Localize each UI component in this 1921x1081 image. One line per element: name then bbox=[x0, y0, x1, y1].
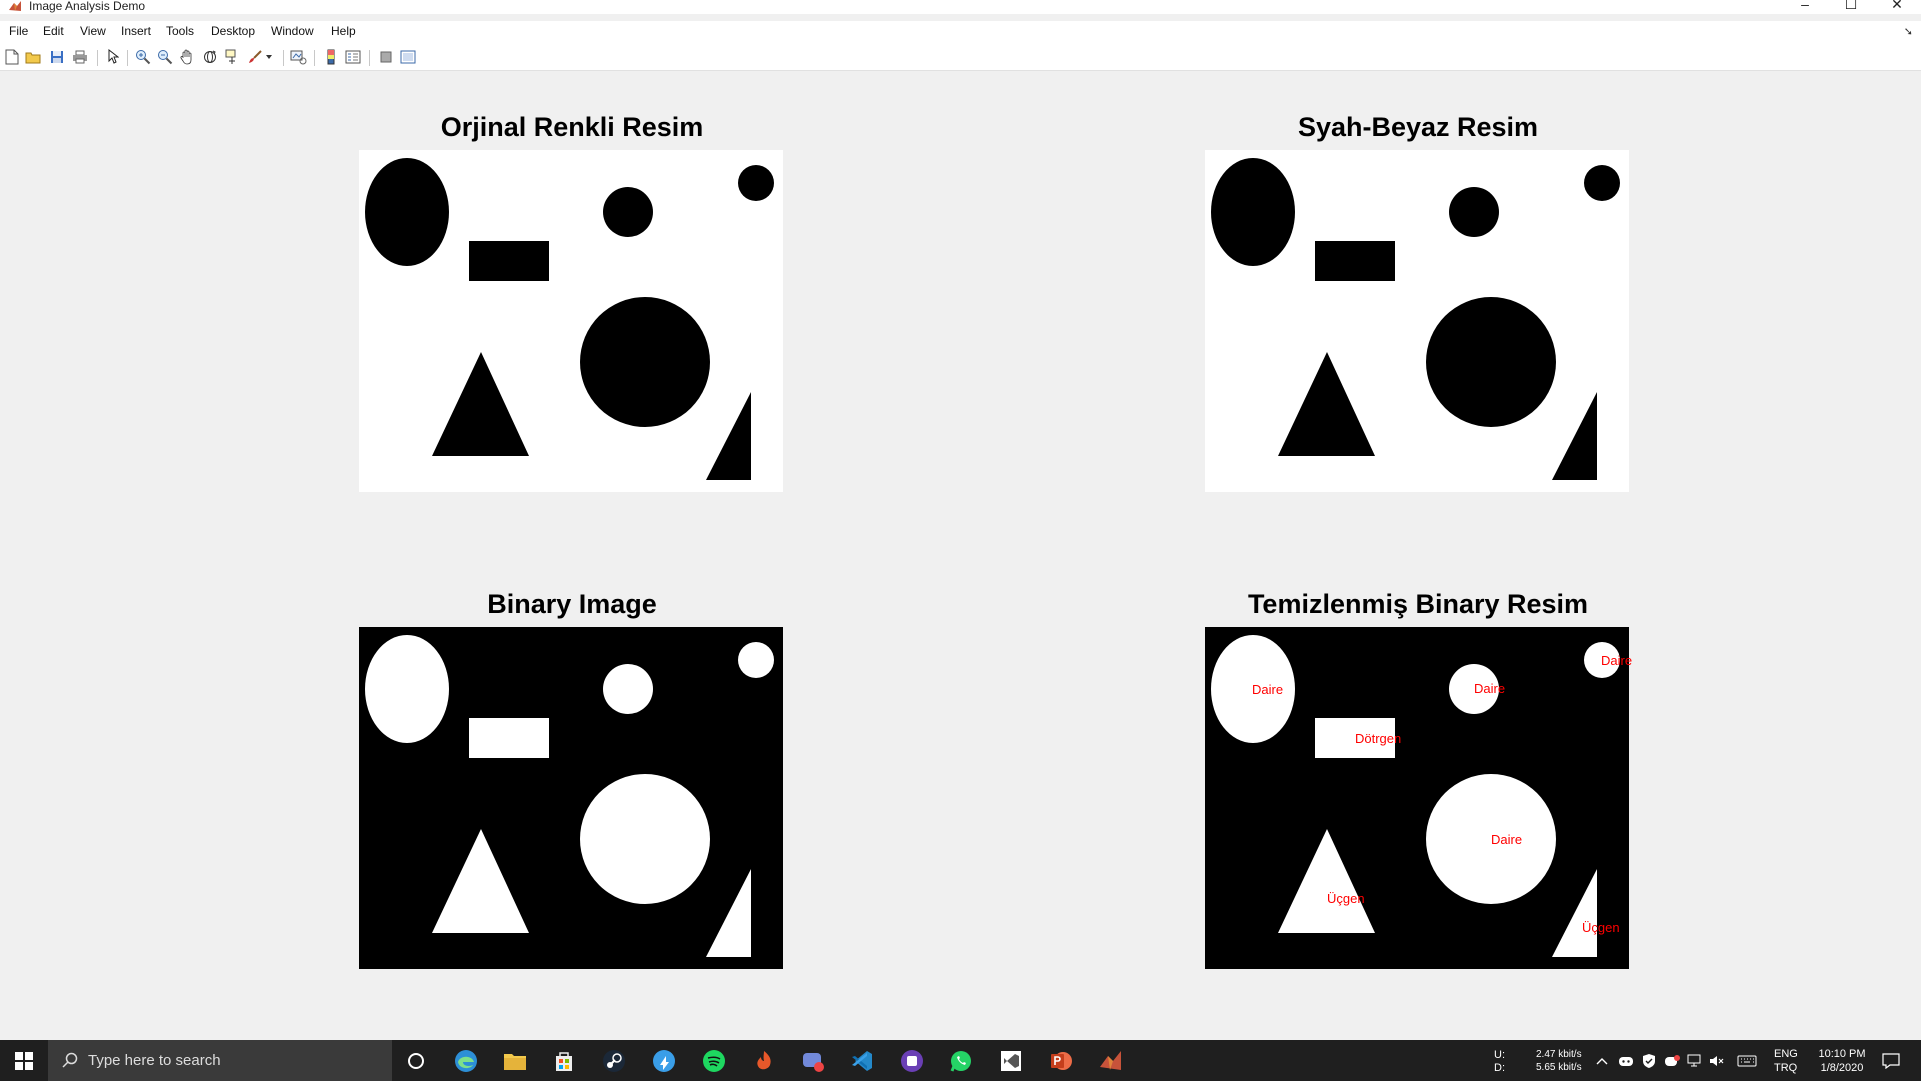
app-icon-orange[interactable] bbox=[750, 1047, 778, 1075]
menu-desktop[interactable]: Desktop bbox=[211, 24, 255, 38]
maximize-button[interactable]: ☐ bbox=[1828, 0, 1874, 13]
show-hidden-icons-chevron-icon[interactable] bbox=[1593, 1047, 1611, 1075]
spotify-icon[interactable] bbox=[700, 1047, 728, 1075]
brush-icon[interactable] bbox=[246, 48, 263, 65]
menu-insert[interactable]: Insert bbox=[121, 24, 151, 38]
update-tray-icon[interactable] bbox=[1662, 1047, 1682, 1075]
axes-cleaned-binary-image[interactable]: Daire Daire Daire Dötrgen Daire Üçgen Üç… bbox=[1205, 627, 1633, 969]
pan-icon[interactable] bbox=[178, 48, 195, 65]
show-plot-tools-icon[interactable] bbox=[399, 48, 416, 65]
print-icon[interactable] bbox=[71, 48, 88, 65]
toolbar-separator bbox=[127, 50, 128, 66]
keyboard-icon[interactable] bbox=[1735, 1047, 1759, 1075]
windows-taskbar: Type here to search U: D: 2.47 kbit/s 5.… bbox=[0, 1040, 1921, 1081]
powerpoint-icon[interactable] bbox=[1047, 1047, 1075, 1075]
menu-view[interactable]: View bbox=[80, 24, 106, 38]
shapes-image-grayscale bbox=[1205, 150, 1629, 492]
input-language[interactable]: ENG bbox=[1774, 1047, 1798, 1061]
shapes-image-cleaned bbox=[1205, 627, 1629, 969]
taskbar-search-box[interactable]: Type here to search bbox=[48, 1040, 392, 1081]
axes-grayscale-image[interactable] bbox=[1205, 150, 1629, 492]
net-down-label: D: bbox=[1494, 1062, 1505, 1074]
microsoft-store-icon[interactable] bbox=[550, 1047, 578, 1075]
minimize-button[interactable]: – bbox=[1782, 0, 1828, 13]
chat-app-icon[interactable] bbox=[799, 1047, 827, 1075]
open-file-icon[interactable] bbox=[24, 48, 41, 65]
menu-edit[interactable]: Edit bbox=[43, 24, 64, 38]
visual-studio-icon[interactable] bbox=[997, 1047, 1025, 1075]
file-explorer-icon[interactable] bbox=[501, 1047, 529, 1075]
input-locale[interactable]: TRQ bbox=[1774, 1061, 1797, 1075]
data-cursor-icon[interactable] bbox=[224, 48, 241, 65]
discord-tray-icon[interactable] bbox=[1616, 1047, 1636, 1075]
shape-label: Daire bbox=[1252, 682, 1284, 697]
toolbar-separator bbox=[283, 50, 284, 66]
windows-logo-icon bbox=[15, 1051, 33, 1070]
steam-icon[interactable] bbox=[600, 1047, 628, 1075]
axes-binary-image[interactable] bbox=[359, 627, 783, 969]
close-button[interactable]: ✕ bbox=[1874, 0, 1920, 13]
axes-title-binary: Binary Image bbox=[487, 589, 657, 619]
net-up-label: U: bbox=[1494, 1049, 1505, 1061]
matlab-app-icon bbox=[9, 1, 21, 11]
cortana-icon[interactable] bbox=[402, 1047, 430, 1075]
toolbar-separator bbox=[314, 50, 315, 66]
clock-time[interactable]: 10:10 PM bbox=[1812, 1047, 1872, 1061]
vscode-icon[interactable] bbox=[848, 1047, 876, 1075]
net-upload-speed: 2.47 kbit/s bbox=[1536, 1049, 1582, 1060]
brush-dropdown-icon[interactable] bbox=[264, 48, 274, 65]
network-icon[interactable] bbox=[1685, 1047, 1705, 1075]
hide-plot-tools-icon[interactable] bbox=[377, 48, 394, 65]
zoom-in-icon[interactable] bbox=[134, 48, 151, 65]
save-icon[interactable] bbox=[48, 48, 65, 65]
link-plot-icon[interactable] bbox=[290, 48, 307, 65]
app-icon-blue[interactable] bbox=[650, 1047, 678, 1075]
title-bar: Image Analysis Demo – ☐ ✕ bbox=[0, 0, 1921, 14]
toolbar-separator bbox=[97, 50, 98, 66]
menu-help[interactable]: Help bbox=[331, 24, 356, 38]
security-tray-icon[interactable] bbox=[1639, 1047, 1659, 1075]
window-title: Image Analysis Demo bbox=[29, 0, 146, 13]
colorbar-icon[interactable] bbox=[322, 48, 339, 65]
axes-original-image[interactable] bbox=[359, 150, 783, 492]
figure-canvas: Orjinal Renkli Resim Syah-Beyaz Resim Bi… bbox=[0, 72, 1921, 1040]
volume-muted-icon[interactable] bbox=[1707, 1047, 1727, 1075]
new-figure-icon[interactable] bbox=[3, 48, 20, 65]
edge-icon[interactable] bbox=[452, 1047, 480, 1075]
shape-label: Üçgen bbox=[1582, 920, 1620, 935]
pointer-icon[interactable] bbox=[104, 48, 121, 65]
legend-icon[interactable] bbox=[344, 48, 361, 65]
shapes-image-original bbox=[359, 150, 783, 492]
toolbar-separator bbox=[369, 50, 370, 66]
axes-title-grayscale: Syah-Beyaz Resim bbox=[1297, 112, 1539, 142]
matlab-taskbar-icon[interactable] bbox=[1097, 1047, 1125, 1075]
zoom-out-icon[interactable] bbox=[156, 48, 173, 65]
net-download-speed: 5.65 kbit/s bbox=[1536, 1062, 1582, 1073]
rotate-3d-icon[interactable] bbox=[201, 48, 218, 65]
search-icon bbox=[62, 1052, 78, 1068]
figure-toolbar bbox=[0, 43, 1921, 71]
axes-title-cleaned-binary: Temizlenmiş Binary Resim bbox=[1247, 589, 1589, 619]
search-placeholder: Type here to search bbox=[88, 1052, 221, 1069]
menu-bar: File Edit View Insert Tools Desktop Wind… bbox=[0, 21, 1921, 43]
menu-file[interactable]: File bbox=[9, 24, 28, 38]
action-center-icon[interactable] bbox=[1877, 1047, 1905, 1075]
shape-label: Üçgen bbox=[1327, 891, 1365, 906]
shapes-image-binary bbox=[359, 627, 783, 969]
dock-arrow-icon[interactable]: ➘ bbox=[1904, 25, 1913, 38]
whatsapp-icon[interactable] bbox=[947, 1047, 975, 1075]
start-button[interactable] bbox=[0, 1040, 48, 1081]
shape-label: Daire bbox=[1601, 653, 1633, 668]
menu-tools[interactable]: Tools bbox=[166, 24, 194, 38]
shape-label: Daire bbox=[1474, 681, 1506, 696]
axes-title-original: Orjinal Renkli Resim bbox=[440, 112, 704, 142]
clock-date[interactable]: 1/8/2020 bbox=[1812, 1061, 1872, 1075]
menu-window[interactable]: Window bbox=[271, 24, 314, 38]
app-icon-purple[interactable] bbox=[898, 1047, 926, 1075]
shape-label: Dötrgen bbox=[1355, 731, 1402, 746]
shape-label: Daire bbox=[1491, 832, 1523, 847]
